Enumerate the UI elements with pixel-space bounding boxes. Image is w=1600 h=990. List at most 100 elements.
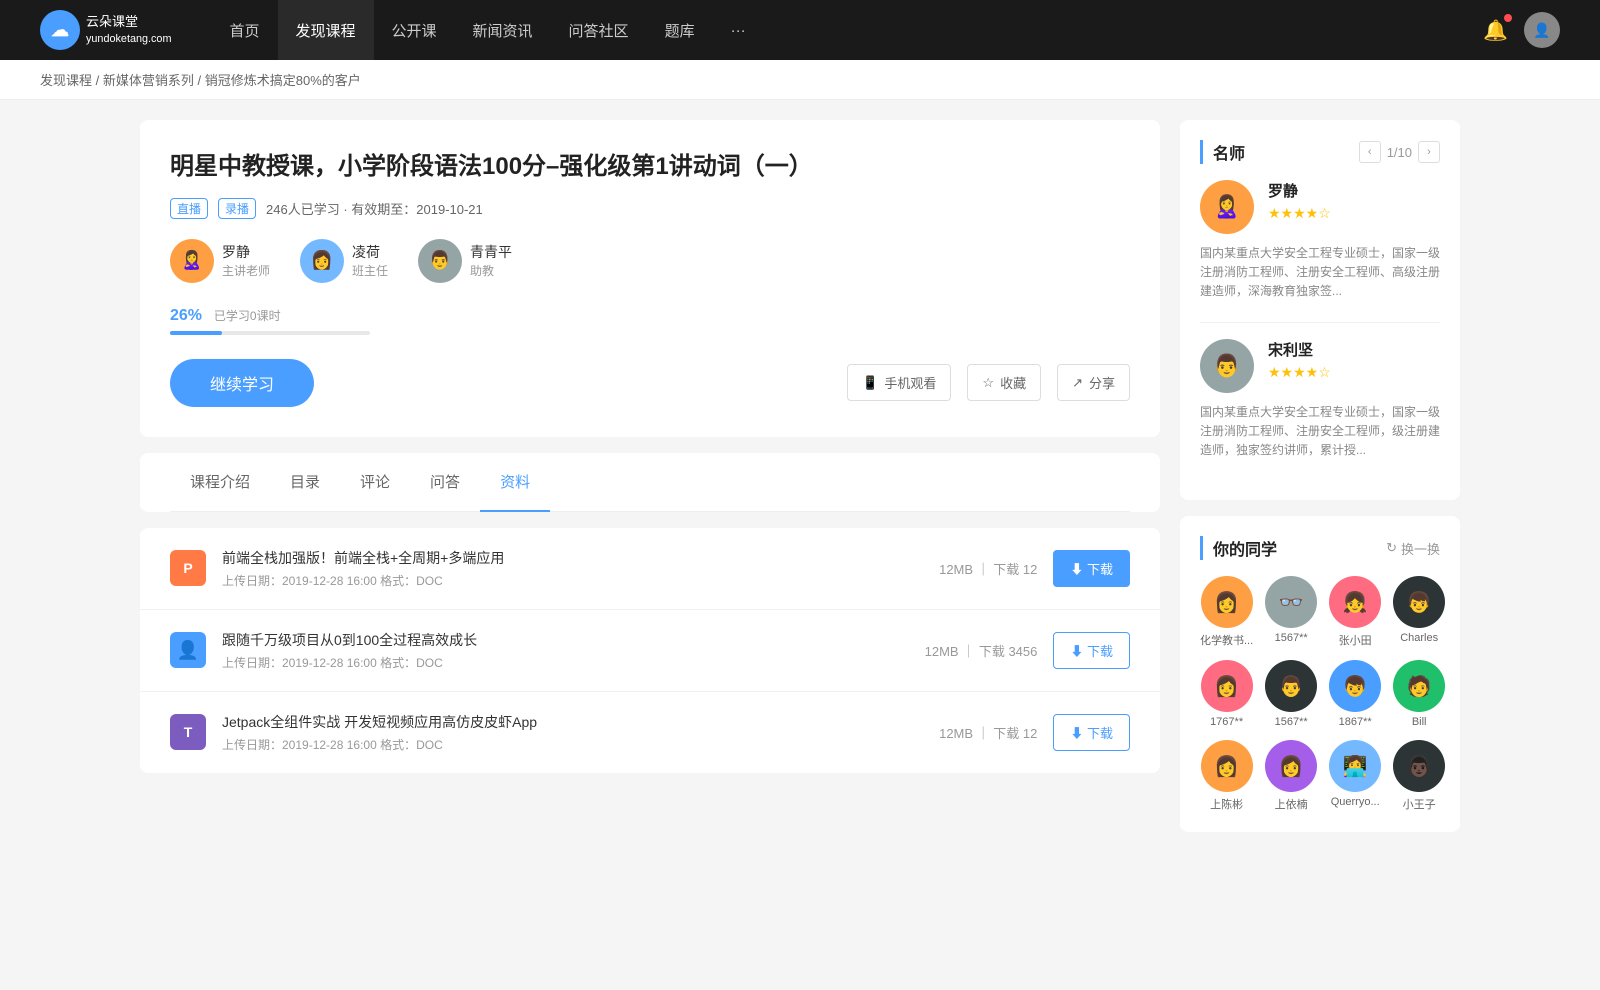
tabs: 课程介绍 目录 评论 问答 资料 xyxy=(170,453,1130,512)
progress-fill xyxy=(170,331,222,335)
teacher-sidebar-desc-0: 国内某重点大学安全工程专业硕士，国家一级注册消防工程师、注册安全工程师、高级注册… xyxy=(1200,244,1440,302)
teachers-prev-btn[interactable]: ‹ xyxy=(1359,141,1381,163)
tab-qa[interactable]: 问答 xyxy=(410,453,480,512)
teacher-sidebar-1: 👨 宋利坚 ★★★★☆ 国内某重点大学安全工程专业硕士，国家一级注册消防工程师、… xyxy=(1200,339,1440,461)
bell-icon[interactable]: 🔔 xyxy=(1483,18,1508,43)
logo-icon: ☁ xyxy=(40,10,80,50)
students-sidebar-title: 你的同学 xyxy=(1200,536,1277,560)
file-icon-2: T xyxy=(170,714,206,750)
file-name-0: 前端全栈加强版！前端全栈+全周期+多端应用 xyxy=(222,548,923,568)
download-button-1[interactable]: ⬇ 下载 xyxy=(1053,632,1130,669)
student-name-1: 1567** xyxy=(1275,632,1308,644)
student-name-3: Charles xyxy=(1400,632,1438,644)
badge-live: 直播 xyxy=(170,198,208,219)
teacher-name-1: 凌荷 xyxy=(352,242,388,262)
teacher-sidebar-stars-0: ★★★★☆ xyxy=(1268,205,1331,222)
file-stats-2: 12MB ｜ 下载 12 xyxy=(939,723,1037,742)
teacher-role-1: 班主任 xyxy=(352,262,388,279)
teachers-next-btn[interactable]: › xyxy=(1418,141,1440,163)
nav-item-home[interactable]: 首页 xyxy=(211,0,277,60)
teachers-header: 名师 ‹ 1/10 › xyxy=(1200,140,1440,164)
nav-item-more[interactable]: ··· xyxy=(713,0,764,60)
teacher-sidebar-0: 🙎‍♀️ 罗静 ★★★★☆ 国内某重点大学安全工程专业硕士，国家一级注册消防工程… xyxy=(1200,180,1440,302)
mobile-label: 手机观看 xyxy=(884,373,936,392)
students-header: 你的同学 ↻ 换一换 xyxy=(1200,536,1440,560)
breadcrumb-discover[interactable]: 发现课程 xyxy=(40,73,92,88)
star-icon: ☆ xyxy=(982,375,994,391)
logo-text: 云朵课堂yundoketang.com xyxy=(86,14,171,46)
mobile-icon: 📱 xyxy=(862,375,878,391)
student-avatar-10: 👩‍💻 xyxy=(1329,740,1381,792)
teacher-sidebar-name-0: 罗静 xyxy=(1268,180,1331,201)
tab-materials[interactable]: 资料 xyxy=(480,453,550,512)
teachers-sidebar-card: 名师 ‹ 1/10 › 🙎‍♀️ 罗静 ★★★★☆ 国内某重点大学安全工程专业硕… xyxy=(1180,120,1460,500)
teacher-item-0: 🙎‍♀️ 罗静 主讲老师 xyxy=(170,239,270,283)
teacher-name-2: 青青平 xyxy=(470,242,512,262)
share-label: 分享 xyxy=(1089,373,1115,392)
file-icon-0: P xyxy=(170,550,206,586)
student-avatar-1: 👓 xyxy=(1265,576,1317,628)
student-name-10: Querryo... xyxy=(1331,796,1380,808)
file-item-1: 👤 跟随千万级项目从0到100全过程高效成长 上传日期：2019-12-28 1… xyxy=(140,610,1160,692)
tab-comments[interactable]: 评论 xyxy=(340,453,410,512)
student-name-2: 张小田 xyxy=(1339,632,1372,648)
file-meta-2: 上传日期：2019-12-28 16:00 格式：DOC xyxy=(222,736,923,753)
nav-item-questions[interactable]: 题库 xyxy=(647,0,713,60)
nav-item-news[interactable]: 新闻资讯 xyxy=(455,0,551,60)
student-avatar-2: 👧 xyxy=(1329,576,1381,628)
logo[interactable]: ☁ 云朵课堂yundoketang.com xyxy=(40,10,171,50)
file-name-2: Jetpack全组件实战 开发短视频应用高仿皮皮虾App xyxy=(222,712,923,732)
student-name-4: 1767** xyxy=(1210,716,1243,728)
mobile-view-button[interactable]: 📱 手机观看 xyxy=(847,364,951,401)
breadcrumb-series[interactable]: 新媒体营销系列 xyxy=(103,73,194,88)
nav-item-discover[interactable]: 发现课程 xyxy=(278,0,374,60)
sidebar-area: 名师 ‹ 1/10 › 🙎‍♀️ 罗静 ★★★★☆ 国内某重点大学安全工程专业硕… xyxy=(1180,120,1460,848)
course-meta-text: 246人已学习 · 有效期至：2019-10-21 xyxy=(266,199,483,218)
tab-intro[interactable]: 课程介绍 xyxy=(170,453,270,512)
user-avatar-nav[interactable]: 👤 xyxy=(1524,12,1560,48)
teacher-name-0: 罗静 xyxy=(222,242,270,262)
file-name-1: 跟随千万级项目从0到100全过程高效成长 xyxy=(222,630,909,650)
student-avatar-7: 🧑 xyxy=(1393,660,1445,712)
student-avatar-3: 👦 xyxy=(1393,576,1445,628)
student-name-8: 上陈彬 xyxy=(1210,796,1243,812)
teachers-sidebar-title: 名师 xyxy=(1200,140,1245,164)
student-item-2: 👧 张小田 xyxy=(1329,576,1381,648)
progress-sub: 已学习0课时 xyxy=(214,309,281,323)
tab-catalog[interactable]: 目录 xyxy=(270,453,340,512)
students-sidebar-card: 你的同学 ↻ 换一换 👩 化学教书... 👓 1567** 👧 张小田 xyxy=(1180,516,1460,832)
course-actions: 继续学习 📱 手机观看 ☆ 收藏 ↗ 分享 xyxy=(170,359,1130,407)
share-button[interactable]: ↗ 分享 xyxy=(1057,364,1130,401)
breadcrumb-current: 销冠修炼术搞定80%的客户 xyxy=(205,73,361,88)
file-info-1: 跟随千万级项目从0到100全过程高效成长 上传日期：2019-12-28 16:… xyxy=(222,630,909,671)
student-avatar-5: 👨 xyxy=(1265,660,1317,712)
student-item-5: 👨 1567** xyxy=(1265,660,1317,728)
teacher-avatar-0: 🙎‍♀️ xyxy=(170,239,214,283)
download-button-0[interactable]: ⬇ 下载 xyxy=(1053,550,1130,587)
student-avatar-9: 👩 xyxy=(1265,740,1317,792)
progress-bar xyxy=(170,331,370,335)
student-avatar-11: 👨🏿 xyxy=(1393,740,1445,792)
student-item-4: 👩 1767** xyxy=(1200,660,1253,728)
teacher-role-2: 助教 xyxy=(470,262,512,279)
teacher-sidebar-desc-1: 国内某重点大学安全工程专业硕士，国家一级注册消防工程师、注册安全工程师，级注册建… xyxy=(1200,403,1440,461)
student-item-6: 👦 1867** xyxy=(1329,660,1381,728)
switch-btn[interactable]: ↻ 换一换 xyxy=(1386,539,1440,558)
file-list: P 前端全栈加强版！前端全栈+全周期+多端应用 上传日期：2019-12-28 … xyxy=(140,528,1160,773)
student-item-0: 👩 化学教书... xyxy=(1200,576,1253,648)
student-name-7: Bill xyxy=(1412,716,1427,728)
notification-badge xyxy=(1504,14,1512,22)
continue-button[interactable]: 继续学习 xyxy=(170,359,314,407)
collect-button[interactable]: ☆ 收藏 xyxy=(967,364,1041,401)
nav-item-qa[interactable]: 问答社区 xyxy=(551,0,647,60)
file-item-0: P 前端全栈加强版！前端全栈+全周期+多端应用 上传日期：2019-12-28 … xyxy=(140,528,1160,610)
download-button-2[interactable]: ⬇ 下载 xyxy=(1053,714,1130,751)
teacher-sidebar-name-1: 宋利坚 xyxy=(1268,339,1331,360)
content-area: 明星中教授课，小学阶段语法100分–强化级第1讲动词（一） 直播 录播 246人… xyxy=(140,120,1160,848)
nav-item-open[interactable]: 公开课 xyxy=(374,0,455,60)
teacher-role-0: 主讲老师 xyxy=(222,262,270,279)
file-stats-0: 12MB ｜ 下载 12 xyxy=(939,559,1037,578)
student-name-6: 1867** xyxy=(1339,716,1372,728)
teacher-avatar-1: 👩 xyxy=(300,239,344,283)
student-avatar-6: 👦 xyxy=(1329,660,1381,712)
